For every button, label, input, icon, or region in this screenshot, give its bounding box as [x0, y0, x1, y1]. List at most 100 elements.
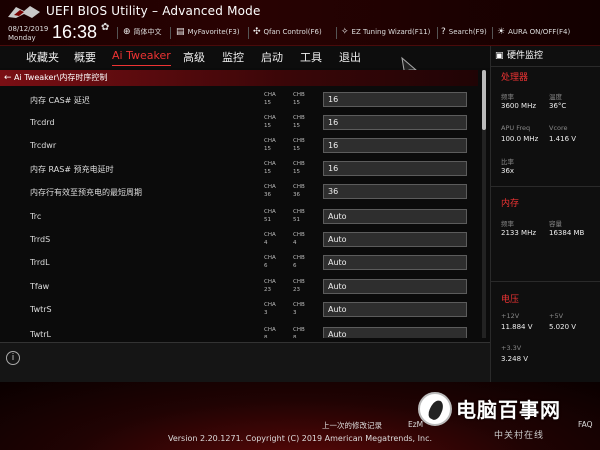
- tab-overview[interactable]: 概要: [74, 49, 96, 68]
- setting-value-field[interactable]: Auto: [323, 255, 467, 270]
- v5-value: 5.020 V: [549, 323, 577, 331]
- gear-icon[interactable]: ✿: [101, 22, 109, 33]
- setting-label: 内存行有效至预充电的最短周期: [30, 188, 142, 197]
- my-favorite-button[interactable]: ▤ MyFavorite(F3): [176, 27, 240, 37]
- v12-label: +12V: [501, 312, 520, 320]
- header-divider: [492, 27, 493, 39]
- v5-label: +5V: [549, 312, 564, 320]
- chb-value: CHB 15: [293, 138, 305, 152]
- cha-value: CHA 51: [264, 209, 276, 223]
- back-arrow-icon[interactable]: ←: [4, 70, 12, 86]
- tab-ai-tweaker[interactable]: Ai Tweaker: [112, 49, 171, 66]
- v33-value: 3.248 V: [501, 355, 529, 363]
- search-button[interactable]: ? Search(F9): [441, 27, 487, 37]
- setting-label: Tfaw: [30, 282, 50, 291]
- section-divider: [491, 66, 600, 67]
- ratio-label: 比率: [501, 158, 514, 166]
- search-icon: ?: [441, 27, 446, 37]
- watermark-text: 电脑百事网: [456, 398, 561, 422]
- header-divider: [437, 27, 438, 39]
- setting-label: TwtrS: [30, 305, 52, 314]
- weekday-text: Monday: [8, 34, 36, 42]
- monitor-icon: ▣: [495, 51, 504, 61]
- setting-row[interactable]: 内存 RAS# 预充电延时 CHA 15 CHB 15 16: [0, 157, 480, 180]
- chb-value: CHB 15: [293, 115, 305, 129]
- setting-value-field[interactable]: 36: [323, 184, 467, 199]
- last-modified-link[interactable]: 上一次的修改记录: [322, 420, 382, 431]
- setting-row[interactable]: Trcdwr CHA 15 CHB 15 16: [0, 134, 480, 157]
- tab-boot[interactable]: 启动: [261, 49, 283, 68]
- footer: 上一次的修改记录 EzM FAQ Version 2.20.1271. Copy…: [0, 382, 600, 450]
- rog-logo-icon: [8, 6, 40, 18]
- qfan-button[interactable]: ✣ Qfan Control(F6): [253, 27, 322, 37]
- setting-value-field[interactable]: Auto: [323, 209, 467, 224]
- setting-value-field[interactable]: 16: [323, 161, 467, 176]
- apu-freq-label: APU Freq: [501, 124, 531, 132]
- chb-value: CHB 4: [293, 232, 305, 246]
- setting-row[interactable]: 内存 CAS# 延迟 CHA 15 CHB 15 16: [0, 88, 480, 111]
- settings-scrollbar[interactable]: [482, 70, 486, 338]
- cha-value: CHA 15: [264, 161, 276, 175]
- hardware-monitor-header: ▣ 硬件监控: [491, 46, 600, 66]
- aura-button[interactable]: ☀ AURA ON/OFF(F4): [497, 27, 570, 37]
- tab-monitor[interactable]: 监控: [222, 49, 244, 68]
- header-divider: [336, 27, 337, 39]
- mem-cap-label: 容量: [549, 220, 562, 228]
- v33-label: +3.3V: [501, 344, 522, 352]
- memory-section-title: 内存: [501, 199, 520, 209]
- tab-favorites[interactable]: 收藏夹: [26, 49, 59, 68]
- tab-exit[interactable]: 退出: [339, 49, 361, 68]
- cha-value: CHA 15: [264, 92, 276, 106]
- setting-row[interactable]: TwtrL CHA 8 CHB 8 Auto: [0, 323, 480, 338]
- setting-value-field[interactable]: Auto: [323, 279, 467, 294]
- breadcrumb[interactable]: ← Ai Tweaker\内存时序控制: [0, 70, 478, 86]
- cha-value: CHA 6: [264, 255, 276, 269]
- chb-value: CHB 15: [293, 161, 305, 175]
- language-button[interactable]: ⊕ 简体中文: [123, 27, 162, 37]
- setting-row[interactable]: Trcdrd CHA 15 CHB 15 16: [0, 111, 480, 134]
- clock-display: 16:38: [52, 22, 98, 42]
- faq-link[interactable]: FAQ: [578, 420, 593, 429]
- setting-label: Trcdrd: [30, 118, 55, 127]
- cha-value: CHA 4: [264, 232, 276, 246]
- chb-value: CHB 8: [293, 327, 305, 338]
- chb-value: CHB 6: [293, 255, 305, 269]
- favorite-icon: ▤: [176, 27, 185, 37]
- cpu-temp-label: 温度: [549, 93, 562, 101]
- ez-tuning-button[interactable]: ✧ EZ Tuning Wizard(F11): [341, 27, 430, 37]
- setting-label: Trcdwr: [30, 141, 57, 150]
- ezmode-link[interactable]: EzM: [408, 420, 423, 429]
- cha-value: CHA 15: [264, 115, 276, 129]
- tab-advanced[interactable]: 高级: [183, 49, 205, 68]
- tab-tool[interactable]: 工具: [300, 49, 322, 68]
- setting-value-field[interactable]: 16: [323, 115, 467, 130]
- setting-row[interactable]: TwtrS CHA 3 CHB 3 Auto: [0, 298, 480, 321]
- setting-row[interactable]: TrrdS CHA 4 CHB 4 Auto: [0, 228, 480, 251]
- setting-value-field[interactable]: Auto: [323, 327, 467, 338]
- setting-row[interactable]: TrrdL CHA 6 CHB 6 Auto: [0, 251, 480, 274]
- setting-value-field[interactable]: 16: [323, 138, 467, 153]
- setting-value-field[interactable]: 16: [323, 92, 467, 107]
- date-text: 08/12/2019: [8, 25, 49, 33]
- cpu-section-title: 处理器: [501, 73, 529, 83]
- setting-value-field[interactable]: Auto: [323, 302, 467, 317]
- help-panel: i: [0, 342, 490, 382]
- chb-value: CHB 36: [293, 184, 305, 198]
- search-label: Search(F9): [448, 28, 487, 36]
- setting-row[interactable]: Trc CHA 51 CHB 51 Auto: [0, 205, 480, 228]
- hardware-monitor-title: 硬件监控: [507, 51, 544, 61]
- chb-value: CHB 23: [293, 279, 305, 293]
- ez-tuning-label: EZ Tuning Wizard(F11): [351, 28, 431, 36]
- info-icon: i: [6, 351, 20, 365]
- watermark-subtext: 中关村在线: [494, 431, 545, 441]
- watermark-logo-icon: [418, 392, 452, 426]
- setting-row[interactable]: 内存行有效至预充电的最短周期 CHA 36 CHB 36 36: [0, 180, 480, 203]
- setting-value-field[interactable]: Auto: [323, 232, 467, 247]
- scrollbar-thumb[interactable]: [482, 70, 486, 130]
- cha-value: CHA 23: [264, 279, 276, 293]
- setting-row[interactable]: Tfaw CHA 23 CHB 23 Auto: [0, 275, 480, 298]
- header-divider: [248, 27, 249, 39]
- globe-icon: ⊕: [123, 27, 131, 37]
- vcore-label: Vcore: [549, 124, 568, 132]
- setting-label: TrrdS: [30, 235, 51, 244]
